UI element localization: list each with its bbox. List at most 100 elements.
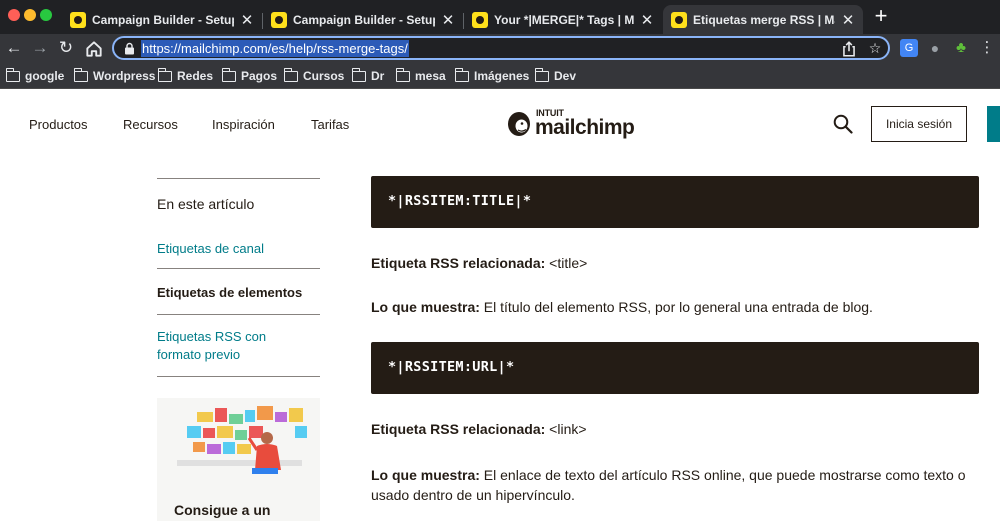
star-icon[interactable]: ☆ [866, 39, 884, 57]
tree-extension-icon[interactable]: ♣ [952, 39, 970, 57]
folder-icon [351, 67, 366, 82]
bookmark-imagenes[interactable]: Imágenes [454, 66, 530, 86]
merge-tag-code: *|RSSITEM:TITLE|* [388, 193, 532, 209]
login-button[interactable]: Inicia sesión [871, 106, 967, 142]
toc-divider [157, 178, 320, 179]
folder-icon [395, 67, 410, 82]
more-menu-icon[interactable]: ⋮ [978, 39, 996, 57]
promo-card[interactable]: Consigue a un [157, 398, 320, 521]
lock-icon [125, 42, 134, 55]
related-tag-label: Etiqueta RSS relacionada: [371, 421, 546, 437]
bookmark-google[interactable]: google [5, 66, 65, 86]
shows-paragraph: Lo que muestra: El título del elemento R… [371, 297, 979, 317]
browser-tab-bar: Campaign Builder - Setup | Ma ✕ Campaign… [0, 0, 1000, 34]
address-bar[interactable]: https://mailchimp.com/es/help/rss-merge-… [112, 36, 890, 60]
shows-label: Lo que muestra: [371, 467, 480, 483]
toc-title: En este artículo [157, 196, 255, 212]
arrow-left-icon[interactable]: ← [4, 38, 24, 58]
logo-wordmark: mailchimp [535, 116, 635, 139]
window-minimize-button[interactable] [24, 9, 36, 21]
browser-toolbar: ← → ↻ https://mailchimp.com/es/help/rss-… [0, 34, 1000, 62]
nav-recursos[interactable]: Recursos [123, 117, 178, 132]
folder-icon [73, 67, 88, 82]
related-tag-paragraph: Etiqueta RSS relacionada: <link> [371, 419, 979, 439]
freddie-icon [508, 112, 530, 136]
nav-inspiracion[interactable]: Inspiración [212, 117, 275, 132]
window-zoom-button[interactable] [40, 9, 52, 21]
window-close-button[interactable] [8, 9, 20, 21]
related-tag-value: <title> [549, 255, 588, 271]
mailchimp-favicon-icon [671, 11, 687, 28]
toc-link-formato-previo[interactable]: Etiquetas RSS con formato previo [157, 328, 287, 364]
reload-icon[interactable]: ↻ [56, 38, 76, 58]
close-icon[interactable]: ✕ [640, 11, 654, 29]
merge-tag-code-block: *|RSSITEM:URL|* [371, 342, 979, 394]
bookmark-dev[interactable]: Dev [534, 66, 577, 86]
bookmark-mesa[interactable]: mesa [395, 66, 446, 86]
toc-divider [157, 376, 320, 377]
folder-icon [5, 67, 20, 82]
toc-link-elementos[interactable]: Etiquetas de elementos [157, 284, 302, 302]
browser-tab[interactable]: Campaign Builder - Setup | Ma ✕ [62, 5, 262, 34]
bookmark-label: Wordpress [93, 69, 156, 83]
browser-tab[interactable]: Your *|MERGE|* Tags | Mailchim ✕ [464, 5, 662, 34]
folder-icon [283, 67, 298, 82]
close-icon[interactable]: ✕ [841, 11, 855, 29]
bookmark-label: Imágenes [474, 69, 530, 83]
bookmark-cursos[interactable]: Cursos [283, 66, 345, 86]
plus-icon[interactable]: + [870, 5, 892, 29]
related-tag-paragraph: Etiqueta RSS relacionada: <title> [371, 253, 979, 273]
close-icon[interactable]: ✕ [441, 11, 455, 29]
web-page: Productos Recursos Inspiración Tarifas I… [0, 89, 1000, 521]
browser-tab-active[interactable]: Etiquetas merge RSS | Mailchim ✕ [663, 5, 863, 34]
related-tag-value: <link> [549, 421, 587, 437]
bookmark-redes[interactable]: Redes [157, 66, 214, 86]
tab-title: Your *|MERGE|* Tags | Mailchim [494, 12, 634, 27]
arrow-right-icon[interactable]: → [30, 38, 50, 58]
signup-button-edge[interactable] [987, 106, 1000, 142]
shows-label: Lo que muestra: [371, 299, 480, 315]
bookmark-label: google [25, 69, 65, 83]
bookmark-label: Dev [554, 69, 577, 83]
browser-tab[interactable]: Campaign Builder - Setup | Ma ✕ [263, 5, 463, 34]
merge-tag-code-block: *|RSSITEM:TITLE|* [371, 176, 979, 228]
mailchimp-logo[interactable]: INTUIT mailchimp [505, 107, 640, 141]
share-icon[interactable] [840, 40, 858, 58]
search-icon[interactable] [832, 113, 854, 135]
nav-tarifas[interactable]: Tarifas [311, 117, 349, 132]
close-icon[interactable]: ✕ [240, 11, 254, 29]
bookmark-label: Redes [177, 69, 214, 83]
bookmark-label: Cursos [303, 69, 345, 83]
toc-divider [157, 314, 320, 315]
promo-illustration [157, 398, 320, 488]
bookmark-label: Pagos [241, 69, 278, 83]
toc-link-canal[interactable]: Etiquetas de canal [157, 240, 264, 258]
shows-paragraph: Lo que muestra: El enlace de texto del a… [371, 465, 979, 505]
home-icon[interactable] [84, 39, 104, 59]
merge-tag-code: *|RSSITEM:URL|* [388, 359, 515, 375]
url-text[interactable]: https://mailchimp.com/es/help/rss-merge-… [141, 40, 409, 57]
mailchimp-favicon-icon [271, 11, 287, 28]
mailchimp-favicon-icon [70, 11, 86, 28]
extension-icon[interactable]: ● [926, 39, 944, 57]
folder-icon [454, 67, 469, 82]
nav-productos[interactable]: Productos [29, 117, 88, 132]
bookmark-label: Dr [371, 69, 385, 83]
translate-extension-icon[interactable]: G [900, 39, 918, 57]
bookmark-label: mesa [415, 69, 446, 83]
tab-title: Campaign Builder - Setup | Ma [293, 12, 435, 27]
bookmark-wordpress[interactable]: Wordpress [73, 66, 156, 86]
folder-icon [157, 67, 172, 82]
folder-icon [534, 67, 549, 82]
related-tag-label: Etiqueta RSS relacionada: [371, 255, 546, 271]
promo-title: Consigue a un [174, 502, 271, 518]
bookmark-dr[interactable]: Dr [351, 66, 385, 86]
toc-divider [157, 268, 320, 269]
folder-icon [221, 67, 236, 82]
shows-value: El título del elemento RSS, por lo gener… [483, 299, 873, 315]
tab-title: Campaign Builder - Setup | Ma [92, 12, 234, 27]
tab-title: Etiquetas merge RSS | Mailchim [693, 12, 835, 27]
bookmark-pagos[interactable]: Pagos [221, 66, 278, 86]
mailchimp-favicon-icon [472, 11, 488, 28]
bookmarks-bar: google Wordpress Redes Pagos Cursos Dr m… [0, 62, 1000, 89]
